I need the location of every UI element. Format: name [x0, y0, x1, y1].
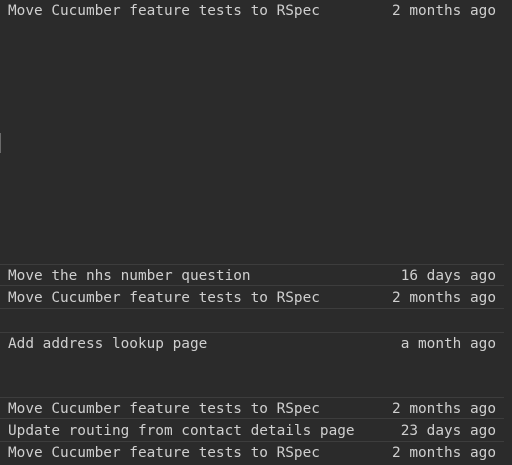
blame-entry[interactable]: Update routing from contact details page… [0, 420, 504, 442]
blame-entry[interactable]: Move Cucumber feature tests to RSpec 2 m… [0, 0, 504, 22]
blame-entry[interactable]: Move Cucumber feature tests to RSpec 2 m… [0, 287, 504, 309]
commit-age: 2 months ago [392, 290, 496, 306]
text-caret [0, 133, 1, 153]
commit-age: 23 days ago [400, 423, 496, 439]
commit-message: Move Cucumber feature tests to RSpec [8, 445, 320, 461]
blame-entry[interactable]: Move the nhs number question 16 days ago [0, 264, 504, 286]
commit-message: Update routing from contact details page [8, 423, 355, 439]
blame-entry[interactable]: Add address lookup page a month ago [0, 332, 504, 354]
blame-entry[interactable]: Move Cucumber feature tests to RSpec 2 m… [0, 397, 504, 419]
blame-entry[interactable]: Move Cucumber feature tests to RSpec 2 m… [0, 442, 504, 464]
commit-message: Move Cucumber feature tests to RSpec [8, 401, 320, 417]
commit-age: a month ago [400, 336, 496, 352]
commit-message: Add address lookup page [8, 336, 208, 352]
commit-age: 2 months ago [392, 445, 496, 461]
commit-message: Move the nhs number question [8, 268, 251, 284]
commit-age: 16 days ago [400, 268, 496, 284]
commit-message: Move Cucumber feature tests to RSpec [8, 3, 320, 19]
commit-age: 2 months ago [392, 3, 496, 19]
git-blame-panel: Move Cucumber feature tests to RSpec 2 m… [0, 0, 512, 465]
commit-message: Move Cucumber feature tests to RSpec [8, 290, 320, 306]
commit-age: 2 months ago [392, 401, 496, 417]
vertical-scrollbar[interactable] [504, 0, 512, 465]
